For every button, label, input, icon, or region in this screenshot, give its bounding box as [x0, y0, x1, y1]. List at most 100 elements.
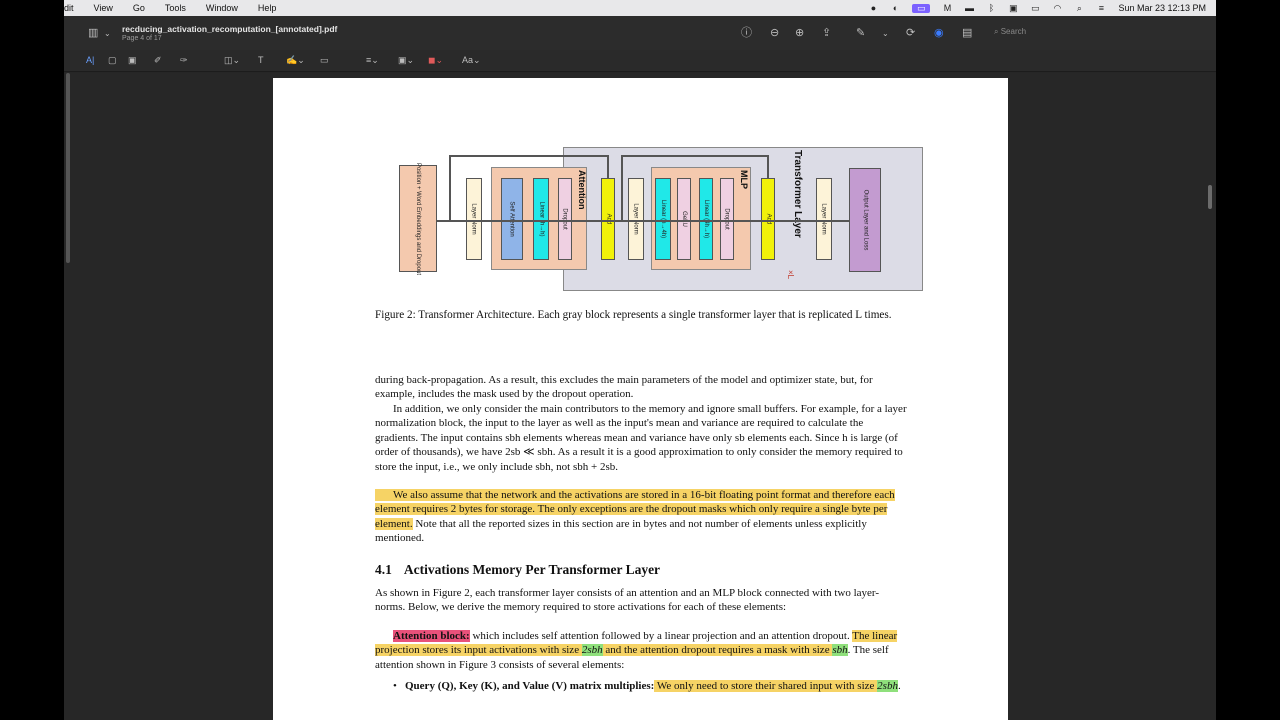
page-indicator: Page 4 of 17 [122, 35, 162, 42]
dropout-1-label: Dropout [562, 208, 569, 230]
paragraph-5-green-2[interactable]: sbh [832, 644, 848, 657]
menu-tools[interactable]: Tools [165, 3, 186, 13]
highlight-icon[interactable]: ◉ [934, 27, 944, 39]
bullet-qkv-highlight[interactable]: We only need to store their shared input… [654, 680, 878, 692]
residual-2-into-add [767, 155, 769, 178]
preview-window: ▥ ⌄ recducing_activation_recomputation_[… [64, 16, 1216, 720]
attention-block-highlight[interactable]: Attention block: [393, 630, 470, 642]
note-icon[interactable]: ▭ [320, 54, 329, 66]
linear-1-box: Linear (h→h) [533, 178, 549, 260]
screen-icon[interactable]: ▭ [912, 3, 931, 13]
signature-icon[interactable]: ✍⌄ [286, 54, 305, 66]
right-gutter [1216, 0, 1280, 720]
menu-go[interactable]: Go [133, 3, 145, 13]
layer-norm-3-box: Layer Norm [816, 178, 832, 260]
figure-caption: Figure 2: Transformer Architecture. Each… [375, 309, 892, 321]
form-fill-icon[interactable]: ▤ [962, 27, 972, 39]
markup-pen-icon[interactable]: ✎ [856, 27, 865, 39]
markup-toolbar: A| ▢ ▣ ✐ ✑ ◫⌄ T ✍⌄ ▭ ≡⌄ ▣⌄ ◼⌄ Aa⌄ [64, 50, 1216, 72]
bullet-qkv-green[interactable]: 2sbh [877, 680, 898, 692]
paragraph-5-highlight-2[interactable]: and the attention dropout requires a mas… [602, 644, 833, 657]
markup-dropdown-icon[interactable]: ⌄ [882, 28, 889, 40]
sidebar-scrollbar[interactable] [66, 73, 70, 263]
search-icon[interactable]: ⌕ [1074, 3, 1084, 13]
search-placeholder: Search [1000, 27, 1027, 36]
border-color-icon[interactable]: ▣⌄ [398, 54, 414, 66]
control-center-icon[interactable]: ≡ [1096, 3, 1106, 13]
dropout-2-label: Dropout [724, 208, 731, 230]
wifi-icon[interactable]: ◠ [1052, 3, 1062, 13]
bullet-item-qkv: Query (Q), Key (K), and Value (V) matrix… [375, 679, 907, 694]
record-icon[interactable]: ● [868, 3, 878, 13]
paragraph-1: during back-propagation. As a result, th… [375, 374, 873, 401]
paragraph-3-rest: Note that all the reported sizes in this… [375, 517, 867, 545]
menu-bar: dit View Go Tools Window Help ● ◐ ▭ M ▬ … [64, 0, 1216, 16]
draw-icon[interactable]: ✑ [180, 54, 188, 66]
app-m-icon[interactable]: M [942, 3, 952, 13]
text-box-icon[interactable]: T [258, 54, 264, 66]
linear-2-label: Linear (h→4h) [660, 199, 667, 239]
times-l-label: ×L [786, 270, 795, 280]
residual-1-down [449, 155, 451, 220]
layer-norm-1-box: Layer Norm [466, 178, 482, 260]
sync-icon[interactable]: ◐ [890, 3, 900, 13]
layer-norm-2-label: Layer Norm [633, 203, 639, 235]
zoom-out-icon[interactable]: ⊖ [770, 27, 779, 39]
paragraph-2: In addition, we only consider the main c… [375, 403, 907, 473]
display-icon[interactable]: ▣ [1008, 3, 1018, 13]
battery-icon[interactable]: ▭ [1030, 3, 1040, 13]
text-style-icon[interactable]: Aa⌄ [462, 54, 481, 66]
menu-help[interactable]: Help [258, 3, 277, 13]
document-title: recducing_activation_recomputation_[anno… [122, 24, 338, 34]
share-icon[interactable]: ⇪ [822, 27, 831, 39]
text-selection-icon[interactable]: A| [86, 54, 94, 66]
embedding-box: Position + Word Embeddings and Dropout [399, 162, 437, 275]
section-title: Activations Memory Per Transformer Layer [403, 562, 661, 577]
section-heading: 4.1 Activations Memory Per Transformer La… [375, 562, 660, 578]
gelu-label: GeLU [681, 211, 687, 227]
zoom-in-icon[interactable]: ⊕ [795, 27, 804, 39]
menu-edit[interactable]: dit [64, 3, 74, 13]
residual-1-into-add [607, 155, 609, 178]
dropout-2-box: Dropout [720, 178, 734, 260]
bullet-list: Query (Q), Key (K), and Value (V) matrix… [375, 679, 907, 694]
linear-3-label: Linear (4h→h) [703, 199, 710, 239]
add-2-box: Add [761, 178, 775, 260]
main-flow-arrow [437, 220, 849, 222]
sidebar-toggle-icon[interactable]: ▥ [88, 27, 98, 39]
car-icon[interactable]: ▬ [964, 3, 974, 13]
attention-label: Attention [577, 170, 587, 210]
paragraph-4: As shown in Figure 2, each transformer l… [375, 587, 880, 614]
shapes-icon[interactable]: ◫⌄ [224, 54, 240, 66]
search-field[interactable]: ⌕ Search [994, 27, 1114, 41]
section-number: 4.1 [375, 562, 392, 577]
sketch-icon[interactable]: ✐ [154, 54, 162, 66]
bullet-qkv-title: Query (Q), Key (K), and Value (V) matrix… [405, 680, 655, 692]
add-1-box: Add [601, 178, 615, 260]
left-gutter [0, 0, 64, 720]
embedding-label: Position + Word Embeddings and Dropout [415, 162, 421, 275]
gelu-box: GeLU [677, 178, 691, 260]
paragraph-5-green-1[interactable]: 2sbh [581, 644, 603, 657]
search-icon: ⌕ [994, 27, 999, 36]
title-bar: ▥ ⌄ recducing_activation_recomputation_[… [64, 16, 1216, 50]
shape-style-icon[interactable]: ≡⌄ [366, 54, 379, 66]
self-attention-label: Self Attention [509, 201, 516, 237]
menu-window[interactable]: Window [206, 3, 238, 13]
linear-1-label: Linear (h→h) [538, 201, 545, 237]
chevron-down-icon[interactable]: ⌄ [104, 28, 111, 40]
info-icon[interactable]: ⓘ [741, 27, 752, 39]
output-box: Output Layer and Loss [849, 168, 881, 272]
rect-selection-icon[interactable]: ▢ [108, 54, 117, 66]
bluetooth-icon[interactable]: ᛒ [986, 3, 996, 13]
instant-alpha-icon[interactable]: ▣ [128, 54, 137, 66]
menu-view[interactable]: View [94, 3, 113, 13]
rotate-icon[interactable]: ⟳ [906, 27, 915, 39]
paragraph-5: Attention block: which includes self att… [375, 630, 898, 671]
fill-color-icon[interactable]: ◼⌄ [428, 54, 443, 66]
menu-clock[interactable]: Sun Mar 23 12:13 PM [1118, 3, 1206, 13]
paragraph-5-a: which includes self attention followed b… [469, 630, 853, 642]
document-scrollbar[interactable] [1208, 185, 1212, 209]
document-area[interactable]: ➤ Position + Word Embeddings and Dropout… [64, 73, 1216, 720]
transformer-layer-label: Transformer Layer [792, 150, 803, 238]
